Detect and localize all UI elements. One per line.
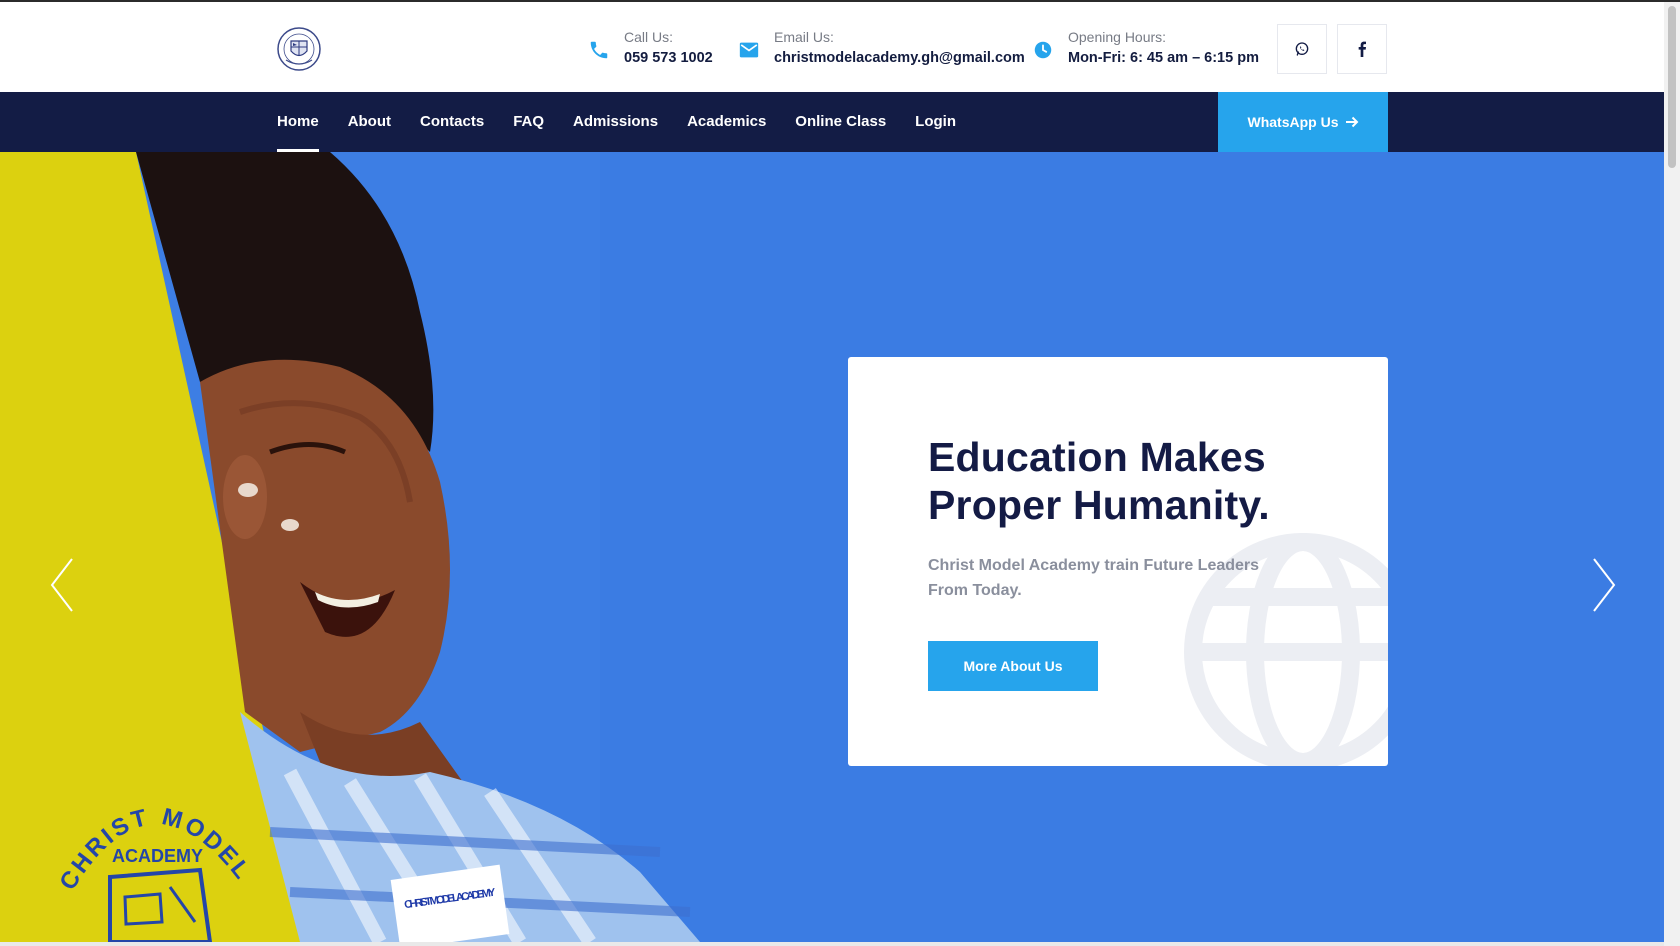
phone-icon bbox=[590, 41, 608, 59]
email-info: Email Us: christmodelacademy.gh@gmail.co… bbox=[738, 28, 1025, 70]
hero-slider: CHRIST MODEL ACADEMY CHRIST MODEL ACADEM… bbox=[0, 152, 1664, 942]
hero-title-line-2: Proper Humanity. bbox=[928, 482, 1270, 528]
nav-item-contacts[interactable]: Contacts bbox=[420, 92, 484, 152]
main-nav: Home About Contacts FAQ Admissions Acade… bbox=[0, 92, 1664, 152]
whatsapp-us-label: WhatsApp Us bbox=[1247, 114, 1339, 130]
hero-title: Education Makes Proper Humanity. bbox=[928, 433, 1368, 529]
whatsapp-social-button[interactable] bbox=[1277, 24, 1327, 74]
email-address[interactable]: christmodelacademy.gh@gmail.com bbox=[774, 46, 1025, 70]
nav-item-about[interactable]: About bbox=[348, 92, 391, 152]
call-label: Call Us: bbox=[624, 29, 674, 45]
slider-prev-arrow-icon[interactable] bbox=[48, 557, 76, 613]
hero-title-line-1: Education Makes bbox=[928, 434, 1266, 480]
hours-label: Opening Hours: bbox=[1068, 29, 1167, 45]
facebook-social-button[interactable] bbox=[1337, 24, 1387, 74]
hero-card: Education Makes Proper Humanity. Christ … bbox=[848, 357, 1388, 766]
hours-value: Mon-Fri: 6: 45 am – 6:15 pm bbox=[1068, 50, 1259, 66]
nav-item-faq[interactable]: FAQ bbox=[513, 92, 544, 152]
mail-icon bbox=[739, 42, 759, 58]
page-bottom-strip bbox=[0, 942, 1664, 946]
nav-list: Home About Contacts FAQ Admissions Acade… bbox=[277, 92, 985, 152]
academy-badge-text: ACADEMY bbox=[112, 846, 203, 866]
clock-icon bbox=[1034, 41, 1052, 59]
arrow-right-icon bbox=[1345, 116, 1358, 128]
hours-info: Opening Hours: Mon-Fri: 6: 45 am – 6:15 … bbox=[1032, 28, 1259, 70]
nav-item-admissions[interactable]: Admissions bbox=[573, 92, 658, 152]
call-number[interactable]: 059 573 1002 bbox=[624, 46, 713, 70]
hero-image: CHRIST MODEL ACADEMY CHRIST MODEL ACADEM… bbox=[0, 152, 1664, 942]
nav-item-login[interactable]: Login bbox=[915, 92, 956, 152]
hero-subtitle: Christ Model Academy train Future Leader… bbox=[928, 557, 1260, 599]
facebook-icon bbox=[1358, 41, 1366, 57]
email-label: Email Us: bbox=[774, 29, 834, 45]
slider-next-arrow-icon[interactable] bbox=[1590, 557, 1618, 613]
whatsapp-icon bbox=[1295, 42, 1309, 56]
nav-item-online-class[interactable]: Online Class bbox=[795, 92, 886, 152]
school-logo[interactable] bbox=[276, 26, 322, 72]
nav-item-academics[interactable]: Academics bbox=[687, 92, 766, 152]
call-info: Call Us: 059 573 1002 bbox=[588, 28, 713, 70]
scrollbar-thumb[interactable] bbox=[1668, 6, 1676, 168]
whatsapp-us-button[interactable]: WhatsApp Us bbox=[1218, 92, 1388, 152]
more-about-us-button[interactable]: More About Us bbox=[928, 641, 1098, 691]
nav-item-home[interactable]: Home bbox=[277, 92, 319, 152]
top-info-bar: Call Us: 059 573 1002 Email Us: christmo… bbox=[0, 2, 1664, 92]
